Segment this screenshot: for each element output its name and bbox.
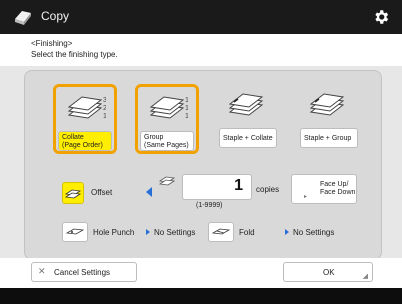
svg-text:1: 1 <box>185 113 188 120</box>
staple-group-button[interactable]: Staple + Group <box>300 128 358 148</box>
face-label-line1: Face Up/ <box>320 181 349 188</box>
page-title: Copy <box>41 9 70 23</box>
expand-icon: ▸ <box>304 194 308 200</box>
svg-text:2: 2 <box>103 105 106 112</box>
svg-text:1: 1 <box>185 97 188 104</box>
collate-icon: 3 2 1 <box>67 96 106 120</box>
svg-text:1: 1 <box>185 105 188 112</box>
hole-punch-button[interactable] <box>62 222 88 242</box>
instruction-text: Select the finishing type. <box>31 50 118 59</box>
fold-label: Fold <box>239 228 255 237</box>
offset-icon <box>65 189 81 199</box>
hole-punch-status: No Settings <box>154 228 196 237</box>
close-icon: ✕ <box>38 266 46 276</box>
option-label: Group <box>144 134 164 141</box>
option-staple-collate[interactable]: Staple + Collate <box>217 84 279 152</box>
option-label: Staple + Group <box>304 135 352 142</box>
copies-icon <box>159 176 175 186</box>
group-icon: 1 1 1 <box>149 96 188 120</box>
hole-punch-label: Hole Punch <box>93 228 135 237</box>
ok-button[interactable]: OK ◢ <box>283 262 373 282</box>
option-group[interactable]: 1 1 1 Group (Same Pages) <box>135 84 199 154</box>
face-button[interactable]: Face Up/ Face Down ▸ <box>291 174 357 204</box>
fold-status: No Settings <box>293 228 335 237</box>
ok-label: OK <box>323 268 335 277</box>
breadcrumb: <Finishing> <box>31 39 73 48</box>
staple-collate-icon <box>228 93 264 116</box>
fold-icon <box>212 228 230 235</box>
svg-text:1: 1 <box>103 113 106 120</box>
svg-text:3: 3 <box>103 97 106 104</box>
gear-icon[interactable] <box>372 8 390 26</box>
copies-range: (1-9999) <box>196 202 223 209</box>
cancel-settings-button[interactable]: ✕ Cancel Settings <box>31 262 137 282</box>
bullet-icon <box>146 229 150 235</box>
option-sublabel: (Same Pages) <box>144 142 189 149</box>
offset-label: Offset <box>91 188 113 197</box>
face-label: Face Up/ Face Down <box>320 181 355 197</box>
option-sublabel: (Page Order) <box>62 142 103 149</box>
staple-collate-button[interactable]: Staple + Collate <box>219 128 277 148</box>
group-button[interactable]: Group (Same Pages) <box>140 131 194 151</box>
option-staple-group[interactable]: Staple + Group <box>298 84 360 152</box>
staple-group-icon <box>309 93 345 116</box>
copies-value: 1 <box>234 177 243 194</box>
option-label: Staple + Collate <box>223 135 273 142</box>
fold-button[interactable] <box>208 222 234 242</box>
bullet-icon <box>285 229 289 235</box>
footer <box>0 288 402 304</box>
face-label-line2: Face Down <box>320 189 356 196</box>
corner-icon: ◢ <box>362 273 368 280</box>
cancel-label: Cancel Settings <box>54 268 111 277</box>
option-collate[interactable]: 3 2 1 Collate (Page Order) <box>53 84 117 154</box>
title-bar: Copy <box>0 0 402 34</box>
copy-app-icon <box>12 7 34 27</box>
offset-button[interactable] <box>62 182 84 204</box>
hole-punch-icon <box>66 228 84 235</box>
decrease-arrow-icon[interactable] <box>146 187 152 197</box>
collate-button[interactable]: Collate (Page Order) <box>58 131 112 151</box>
copies-field[interactable]: 1 <box>182 174 252 200</box>
copies-unit: copies <box>256 185 280 194</box>
option-label: Collate <box>62 134 84 141</box>
